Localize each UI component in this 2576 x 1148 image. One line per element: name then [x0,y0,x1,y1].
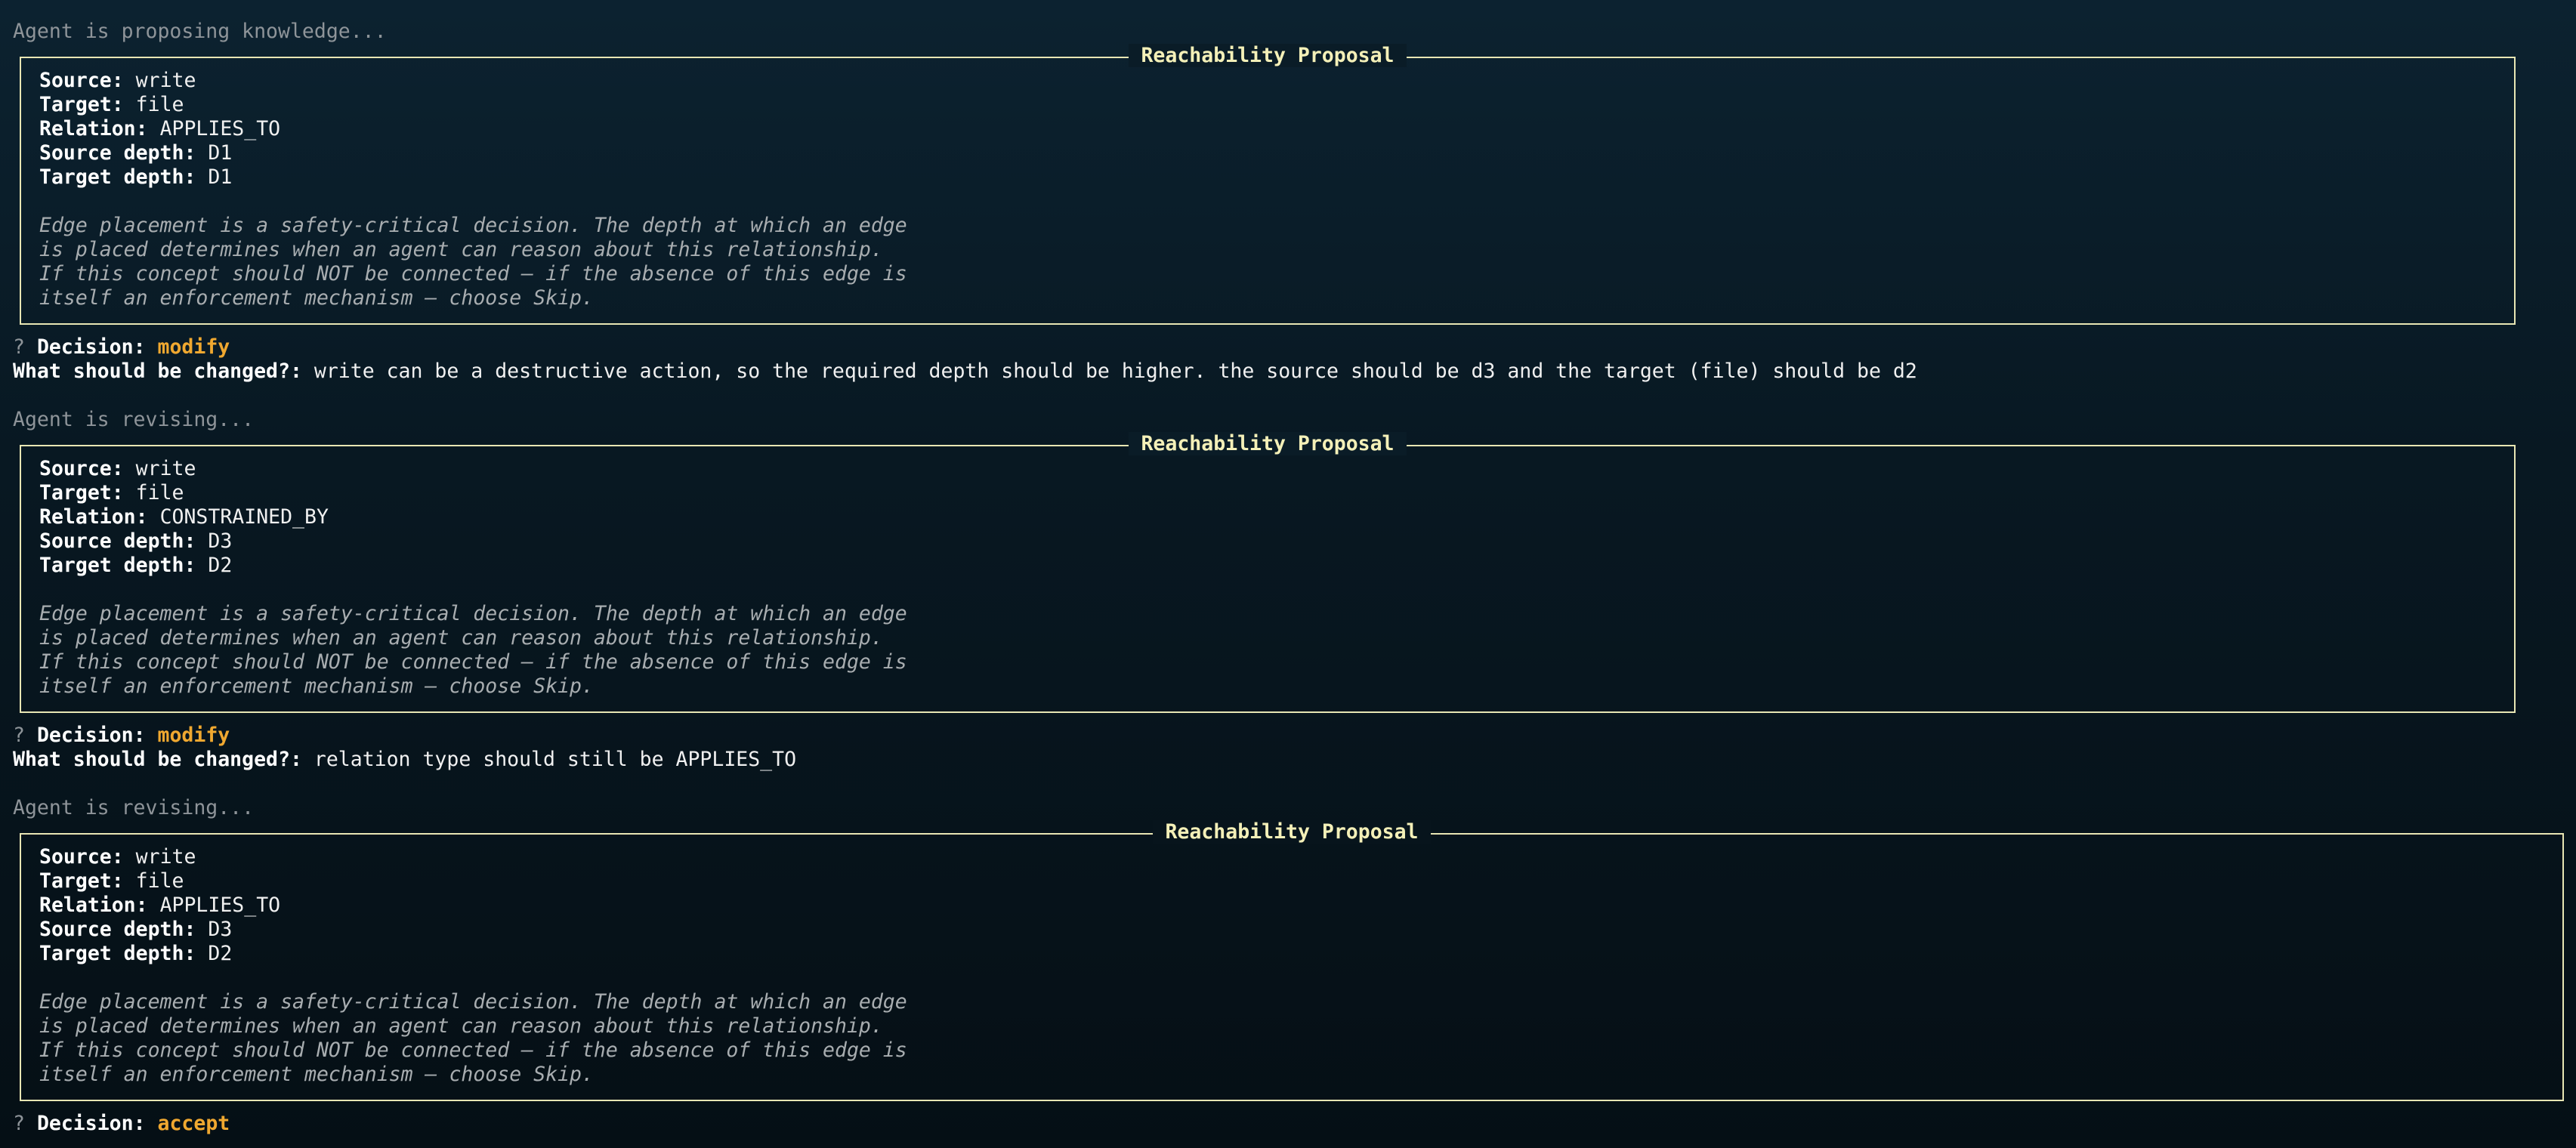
what-changed-label: What should be changed?: [13,748,302,771]
decision-label: Decision: [36,1112,146,1135]
change-request-text[interactable]: write can be a destructive action, so th… [314,360,1917,383]
relation-label: Relation: [39,505,148,529]
source-depth-value: D1 [208,141,233,165]
source-value: write [135,457,196,480]
question-mark-icon: ? [13,724,25,747]
reachability-proposal-panel-1: Reachability Proposal Source: write Targ… [20,44,2516,325]
source-label: Source: [39,69,124,92]
panel-title: Reachability Proposal [1129,44,1407,67]
change-request-2: What should be changed?: relation type s… [13,748,2566,772]
relation-value: CONSTRAINED_BY [159,505,329,529]
source-value: write [135,845,196,869]
decision-value[interactable]: accept [158,1112,230,1135]
source-label: Source: [39,845,124,869]
safety-note-line: Edge placement is a safety-critical deci… [39,602,907,625]
relation-label: Relation: [39,117,148,140]
safety-note-line: is placed determines when an agent can r… [39,238,883,261]
reachability-proposal-panel-3: Reachability Proposal Source: write Targ… [20,820,2564,1101]
status-revising: Agent is revising... [13,408,255,431]
change-request-1: What should be changed?: write can be a … [13,360,2566,384]
source-depth-label: Source depth: [39,918,196,941]
decision-label: Decision: [36,335,146,359]
safety-note-line: is placed determines when an agent can r… [39,626,883,650]
target-depth-label: Target depth: [39,942,196,965]
what-changed-label: What should be changed?: [13,360,302,383]
decision-label: Decision: [36,724,146,747]
question-mark-icon: ? [13,335,25,359]
panel-title: Reachability Proposal [1129,432,1407,455]
target-value: file [135,93,184,116]
decision-value[interactable]: modify [158,724,230,747]
decision-prompt-2: ? Decision: modify [13,724,2566,748]
change-request-text[interactable]: relation type should still be APPLIES_TO [314,748,796,771]
safety-note-line: is placed determines when an agent can r… [39,1014,883,1038]
safety-note-line: Edge placement is a safety-critical deci… [39,214,907,237]
decision-prompt-1: ? Decision: modify [13,335,2566,360]
target-depth-label: Target depth: [39,554,196,577]
terminal-output: Agent is proposing knowledge... Reachabi… [13,20,2566,1136]
safety-note-line: itself an enforcement mechanism — choose… [39,674,594,698]
decision-prompt-3: ? Decision: accept [13,1112,2566,1136]
relation-label: Relation: [39,893,148,917]
panel-title: Reachability Proposal [1153,820,1431,844]
target-label: Target: [39,869,124,893]
relation-value: APPLIES_TO [159,893,281,917]
target-label: Target: [39,93,124,116]
source-depth-value: D3 [208,529,233,553]
target-depth-label: Target depth: [39,165,196,189]
source-depth-label: Source depth: [39,529,196,553]
target-value: file [135,481,184,505]
decision-value[interactable]: modify [158,335,230,359]
source-value: write [135,69,196,92]
source-label: Source: [39,457,124,480]
target-value: file [135,869,184,893]
status-revising: Agent is revising... [13,796,255,819]
safety-note-line: If this concept should NOT be connected … [39,1038,907,1062]
safety-note-line: Edge placement is a safety-critical deci… [39,990,907,1014]
safety-note-line: itself an enforcement mechanism — choose… [39,286,594,310]
question-mark-icon: ? [13,1112,25,1135]
safety-note-line: If this concept should NOT be connected … [39,650,907,674]
source-depth-label: Source depth: [39,141,196,165]
reachability-proposal-panel-2: Reachability Proposal Source: write Targ… [20,432,2516,713]
source-depth-value: D3 [208,918,233,941]
target-depth-value: D1 [208,165,233,189]
safety-note-line: If this concept should NOT be connected … [39,262,907,285]
target-label: Target: [39,481,124,505]
target-depth-value: D2 [208,554,233,577]
status-proposing: Agent is proposing knowledge... [13,20,387,43]
safety-note-line: itself an enforcement mechanism — choose… [39,1063,594,1086]
relation-value: APPLIES_TO [159,117,281,140]
target-depth-value: D2 [208,942,233,965]
